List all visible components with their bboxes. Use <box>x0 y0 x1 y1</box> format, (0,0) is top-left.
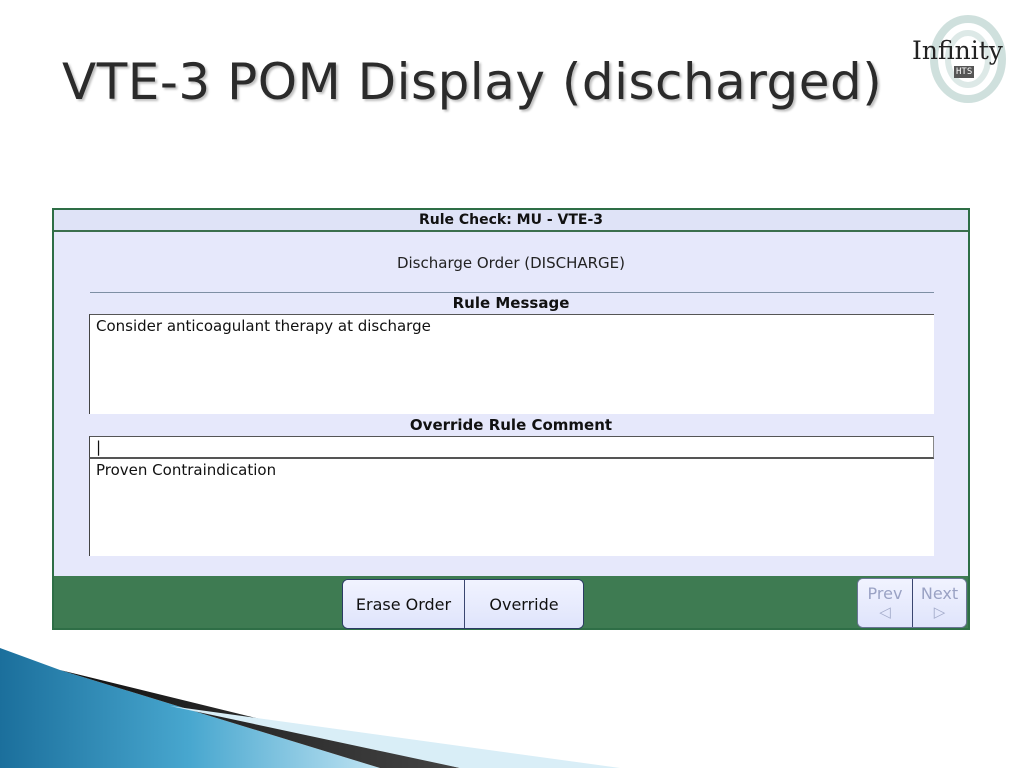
logo-text: Infinity <box>912 36 1003 65</box>
prev-button[interactable]: Prev ◁ <box>858 579 912 627</box>
override-comment-input[interactable]: | <box>89 436 934 458</box>
order-name: Discharge Order (DISCHARGE) <box>396 254 626 272</box>
action-button-group: Erase Order Override <box>342 579 584 629</box>
slide-title: VTE-3 POM Display (discharged) <box>62 53 883 111</box>
prev-label: Prev <box>867 584 903 603</box>
override-comment-list[interactable]: Proven Contraindication <box>89 458 934 556</box>
dialog-title: Rule Check: MU - VTE-3 <box>54 210 968 232</box>
rule-message-label: Rule Message <box>452 294 570 312</box>
decorative-corner-swoosh <box>0 648 620 768</box>
override-comment-label: Override Rule Comment <box>409 416 613 434</box>
separator <box>90 292 934 293</box>
navigation-button-group: Prev ◁ Next ▷ <box>857 578 967 628</box>
company-logo: Infinity HTS <box>910 14 1016 106</box>
rule-check-dialog: Rule Check: MU - VTE-3 Discharge Order (… <box>52 208 970 630</box>
next-label: Next <box>920 584 959 603</box>
comment-input-cursor: | <box>96 438 102 456</box>
rule-message-box: Consider anticoagulant therapy at discha… <box>89 314 934 414</box>
next-button[interactable]: Next ▷ <box>912 579 966 627</box>
logo-subtext: HTS <box>954 66 975 78</box>
erase-order-button[interactable]: Erase Order <box>343 580 465 628</box>
override-button[interactable]: Override <box>465 580 583 628</box>
override-comment-option[interactable]: Proven Contraindication <box>96 461 276 479</box>
left-triangle-icon: ◁ <box>879 603 891 621</box>
rule-message-text: Consider anticoagulant therapy at discha… <box>96 317 431 335</box>
dialog-footer: Erase Order Override Prev ◁ Next ▷ <box>54 576 968 629</box>
right-triangle-icon: ▷ <box>933 603 946 621</box>
